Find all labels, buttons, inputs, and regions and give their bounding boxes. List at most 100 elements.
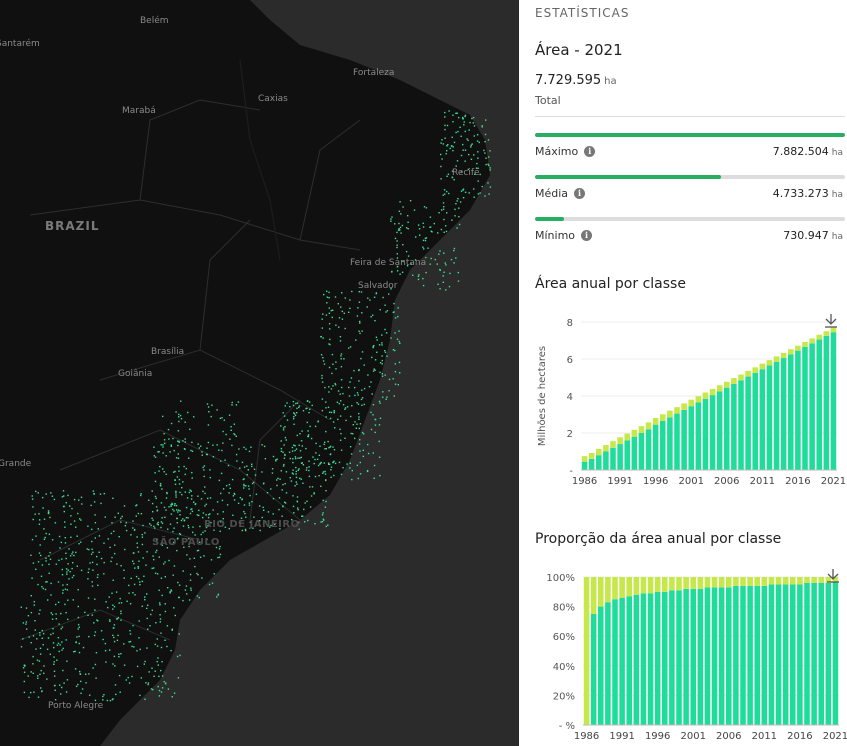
bar-segment[interactable] xyxy=(830,327,837,333)
bar-segment[interactable] xyxy=(797,577,803,585)
bar-segment[interactable] xyxy=(624,433,630,441)
bar-segment[interactable] xyxy=(788,354,794,471)
bar-segment[interactable] xyxy=(605,577,611,603)
bar-segment[interactable] xyxy=(795,350,801,470)
bar-segment[interactable] xyxy=(612,577,618,600)
bar-segment[interactable] xyxy=(738,374,744,381)
bar-segment[interactable] xyxy=(702,398,709,470)
bar-segment[interactable] xyxy=(768,584,775,725)
bar-segment[interactable] xyxy=(790,584,796,725)
bar-segment[interactable] xyxy=(590,614,597,725)
bar-segment[interactable] xyxy=(726,587,732,725)
bar-segment[interactable] xyxy=(645,429,652,470)
bar-segment[interactable] xyxy=(640,577,647,594)
bar-segment[interactable] xyxy=(598,606,604,725)
bar-segment[interactable] xyxy=(583,577,590,725)
bar-segment[interactable] xyxy=(759,363,766,370)
bar-segment[interactable] xyxy=(782,584,789,725)
bar-segment[interactable] xyxy=(804,582,810,725)
bar-segment[interactable] xyxy=(674,413,680,470)
bar-segment[interactable] xyxy=(830,332,837,470)
bar-segment[interactable] xyxy=(631,436,638,470)
bar-segment[interactable] xyxy=(640,593,647,725)
bar-segment[interactable] xyxy=(610,447,616,470)
bar-segment[interactable] xyxy=(811,582,817,725)
bar-segment[interactable] xyxy=(747,585,753,725)
bar-segment[interactable] xyxy=(804,577,810,583)
bar-segment[interactable] xyxy=(624,440,630,470)
bar-segment[interactable] xyxy=(823,335,830,471)
bar-segment[interactable] xyxy=(654,577,661,592)
bar-segment[interactable] xyxy=(731,383,737,470)
bar-segment[interactable] xyxy=(619,577,625,598)
bar-segment[interactable] xyxy=(590,577,597,614)
bar-segment[interactable] xyxy=(766,360,773,366)
bar-segment[interactable] xyxy=(704,577,711,588)
bar-segment[interactable] xyxy=(669,577,675,591)
bar-segment[interactable] xyxy=(676,590,682,725)
bar-segment[interactable] xyxy=(667,417,673,470)
bar-segment[interactable] xyxy=(724,387,730,470)
bar-segment[interactable] xyxy=(823,331,830,336)
bar-segment[interactable] xyxy=(754,577,760,586)
bar-segment[interactable] xyxy=(631,429,638,437)
bar-segment[interactable] xyxy=(773,361,780,470)
bar-segment[interactable] xyxy=(718,587,725,725)
bar-segment[interactable] xyxy=(652,418,659,425)
bar-segment[interactable] xyxy=(660,414,666,421)
bar-segment[interactable] xyxy=(581,461,588,470)
area-chart[interactable]: -2468Milhões de hectares1986 1991 1996 2001… xyxy=(519,305,847,495)
bar-segment[interactable] xyxy=(612,599,618,725)
bar-segment[interactable] xyxy=(773,356,780,362)
bar-segment[interactable] xyxy=(709,395,716,470)
bar-segment[interactable] xyxy=(724,381,730,388)
bar-segment[interactable] xyxy=(667,410,673,418)
info-icon[interactable]: i xyxy=(584,146,596,157)
bar-segment[interactable] xyxy=(775,577,782,585)
bar-segment[interactable] xyxy=(647,577,654,594)
bar-segment[interactable] xyxy=(811,577,817,583)
map-view[interactable]: Belém Santarém Fortaleza Marabá Caxias Recife… xyxy=(0,0,519,746)
bar-segment[interactable] xyxy=(674,407,680,414)
bar-segment[interactable] xyxy=(681,403,687,410)
bar-segment[interactable] xyxy=(790,577,796,585)
bar-segment[interactable] xyxy=(816,334,822,340)
bar-segment[interactable] xyxy=(775,584,782,725)
bar-segment[interactable] xyxy=(581,456,588,462)
bar-segment[interactable] xyxy=(617,444,623,470)
bar-segment[interactable] xyxy=(733,577,739,586)
bar-segment[interactable] xyxy=(588,458,595,470)
bar-segment[interactable] xyxy=(818,577,824,583)
proportion-chart[interactable]: - %20%40%60%80%100%1986 1991 1996 2001 2006 2… xyxy=(519,560,847,746)
bar-segment[interactable] xyxy=(633,577,640,595)
bar-segment[interactable] xyxy=(645,422,652,430)
bar-segment[interactable] xyxy=(660,420,666,470)
bar-segment[interactable] xyxy=(603,451,609,471)
bar-segment[interactable] xyxy=(747,577,753,586)
bar-segment[interactable] xyxy=(654,591,661,725)
bar-segment[interactable] xyxy=(683,588,689,725)
bar-segment[interactable] xyxy=(688,406,694,470)
bar-segment[interactable] xyxy=(809,343,815,470)
bar-segment[interactable] xyxy=(716,385,723,392)
bar-segment[interactable] xyxy=(797,584,803,725)
bar-segment[interactable] xyxy=(588,452,595,459)
bar-segment[interactable] xyxy=(832,581,839,725)
bar-segment[interactable] xyxy=(711,587,718,725)
bar-segment[interactable] xyxy=(731,378,737,384)
bar-segment[interactable] xyxy=(619,597,625,725)
bar-segment[interactable] xyxy=(704,587,711,725)
bar-segment[interactable] xyxy=(745,376,751,470)
bar-segment[interactable] xyxy=(662,591,668,725)
bar-segment[interactable] xyxy=(711,577,718,588)
bar-segment[interactable] xyxy=(697,588,704,725)
bar-segment[interactable] xyxy=(780,352,787,359)
bar-segment[interactable] xyxy=(818,582,824,725)
bar-segment[interactable] xyxy=(795,345,801,351)
bar-segment[interactable] xyxy=(726,577,732,588)
bar-segment[interactable] xyxy=(702,392,709,399)
bar-segment[interactable] xyxy=(754,585,760,725)
map-canvas[interactable] xyxy=(0,0,519,746)
bar-segment[interactable] xyxy=(638,433,645,470)
bar-segment[interactable] xyxy=(745,370,751,377)
